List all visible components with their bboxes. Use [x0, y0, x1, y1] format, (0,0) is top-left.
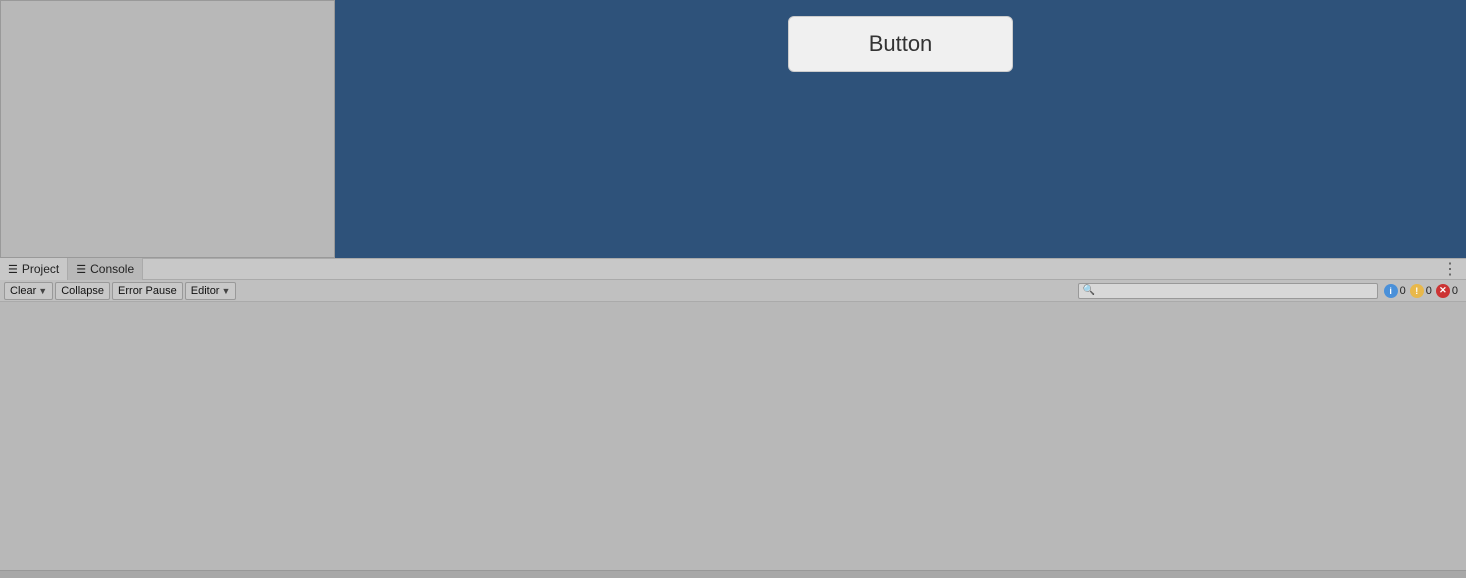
more-options-icon[interactable]: ⋮	[1434, 259, 1466, 279]
error-badge[interactable]: ✕ 0	[1436, 284, 1458, 298]
tab-project[interactable]: ☰ Project	[0, 258, 68, 280]
warn-icon: !	[1410, 284, 1424, 298]
tab-console[interactable]: ☰ Console	[68, 258, 143, 280]
info-badge[interactable]: i 0	[1384, 284, 1406, 298]
left-panel	[0, 0, 335, 258]
badge-group: i 0 ! 0 ✕ 0	[1380, 284, 1462, 298]
editor-label: Editor	[191, 285, 220, 297]
warn-count: 0	[1426, 285, 1432, 297]
console-tab-icon: ☰	[76, 263, 86, 276]
console-toolbar: Clear ▼ Collapse Error Pause Editor ▼ 🔍 …	[0, 280, 1466, 302]
project-tab-label: Project	[22, 262, 59, 276]
search-icon: 🔍	[1083, 285, 1095, 296]
error-count: 0	[1452, 285, 1458, 297]
scene-view: Button	[335, 0, 1466, 258]
error-pause-button[interactable]: Error Pause	[112, 282, 183, 300]
top-area: Button	[0, 0, 1466, 258]
editor-button[interactable]: Editor ▼	[185, 282, 237, 300]
search-box: 🔍	[1078, 283, 1378, 299]
search-input[interactable]	[1099, 285, 1373, 297]
info-count: 0	[1400, 285, 1406, 297]
error-icon: ✕	[1436, 284, 1450, 298]
console-tab-label: Console	[90, 262, 134, 276]
clear-dropdown-arrow: ▼	[38, 286, 47, 296]
collapse-button[interactable]: Collapse	[55, 282, 110, 300]
console-body	[0, 302, 1466, 570]
clear-button[interactable]: Clear ▼	[4, 282, 53, 300]
warn-badge[interactable]: ! 0	[1410, 284, 1432, 298]
game-ui-button[interactable]: Button	[788, 16, 1014, 72]
editor-dropdown-arrow: ▼	[221, 286, 230, 296]
bottom-strip	[0, 570, 1466, 578]
clear-label: Clear	[10, 285, 36, 297]
error-pause-label: Error Pause	[118, 285, 177, 297]
info-icon: i	[1384, 284, 1398, 298]
tab-bar: ☰ Project ☰ Console ⋮	[0, 258, 1466, 280]
project-tab-icon: ☰	[8, 263, 18, 276]
collapse-label: Collapse	[61, 285, 104, 297]
